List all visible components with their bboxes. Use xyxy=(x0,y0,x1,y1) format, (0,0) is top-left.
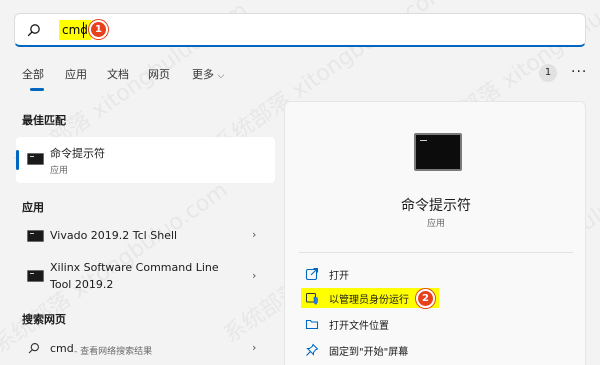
tab-more[interactable]: 更多 ⌵ xyxy=(192,66,224,82)
web-search-item[interactable]: cmd - 查看网络搜索结果 › xyxy=(16,336,275,362)
best-match-title: 命令提示符 xyxy=(50,147,105,160)
action-open-file-location-label: 打开文件位置 xyxy=(329,321,389,332)
chevron-right-icon[interactable]: › xyxy=(252,269,256,282)
details-panel: 命令提示符 应用 打开 以管理员身份运行 打开文件位置 固定到"开始"屏幕 xyxy=(284,101,586,365)
step-badge-1: 1 xyxy=(89,20,108,39)
command-prompt-large-icon xyxy=(414,133,462,171)
app-item-title-line1: Xilinx Software Command Line xyxy=(50,261,219,274)
tab-more-label: 更多 xyxy=(192,68,214,81)
search-icon xyxy=(28,342,40,354)
more-options-button[interactable]: ··· xyxy=(571,64,587,80)
search-input[interactable]: cmd xyxy=(59,20,91,40)
open-icon xyxy=(305,267,319,281)
action-open[interactable]: 打开 xyxy=(305,266,425,284)
tab-documents[interactable]: 文档 xyxy=(107,66,129,82)
result-count-badge[interactable]: 1 xyxy=(539,64,557,82)
text-caret xyxy=(83,22,84,38)
app-item-title: Vivado 2019.2 Tcl Shell xyxy=(50,229,178,242)
app-item-title-line2: Tool 2019.2 xyxy=(50,278,114,291)
section-apps: 应用 xyxy=(22,201,44,214)
action-pin-to-start-label: 固定到"开始"屏幕 xyxy=(329,347,409,358)
shield-admin-icon xyxy=(306,293,318,305)
pin-icon xyxy=(306,343,319,356)
terminal-icon xyxy=(27,230,44,242)
best-match-item[interactable]: 命令提示符 应用 xyxy=(16,137,275,183)
step-badge-2: 2 xyxy=(416,289,435,308)
search-icon xyxy=(27,24,40,37)
web-query-suffix: - 查看网络搜索结果 xyxy=(74,347,153,357)
best-match-subtitle: 应用 xyxy=(50,166,69,176)
terminal-icon xyxy=(27,270,44,282)
divider xyxy=(299,252,573,253)
chevron-right-icon[interactable]: › xyxy=(252,228,256,241)
chevron-down-icon: ⌵ xyxy=(217,71,225,81)
section-web: 搜索网页 xyxy=(22,313,66,326)
app-item-vivado[interactable]: Vivado 2019.2 Tcl Shell › xyxy=(16,222,275,250)
active-tab-indicator xyxy=(30,88,44,91)
action-pin-to-start[interactable]: 固定到"开始"屏幕 xyxy=(305,342,425,360)
action-open-file-location[interactable]: 打开文件位置 xyxy=(305,316,425,334)
chevron-right-icon[interactable]: › xyxy=(252,341,256,354)
section-best-match: 最佳匹配 xyxy=(22,114,66,127)
command-prompt-icon xyxy=(27,153,44,165)
action-open-label: 打开 xyxy=(329,271,349,282)
selection-indicator xyxy=(16,150,19,170)
folder-icon xyxy=(305,319,319,330)
tab-all[interactable]: 全部 xyxy=(22,66,44,82)
action-run-as-admin-label: 以管理员身份运行 xyxy=(329,295,409,306)
tab-apps[interactable]: 应用 xyxy=(65,66,87,82)
app-item-xilinx[interactable]: Xilinx Software Command Line Tool 2019.2… xyxy=(16,257,275,297)
details-app-title: 命令提示符 xyxy=(401,198,471,214)
details-app-subtitle: 应用 xyxy=(426,219,445,229)
tab-web[interactable]: 网页 xyxy=(148,66,170,82)
web-query: cmd xyxy=(50,342,74,355)
